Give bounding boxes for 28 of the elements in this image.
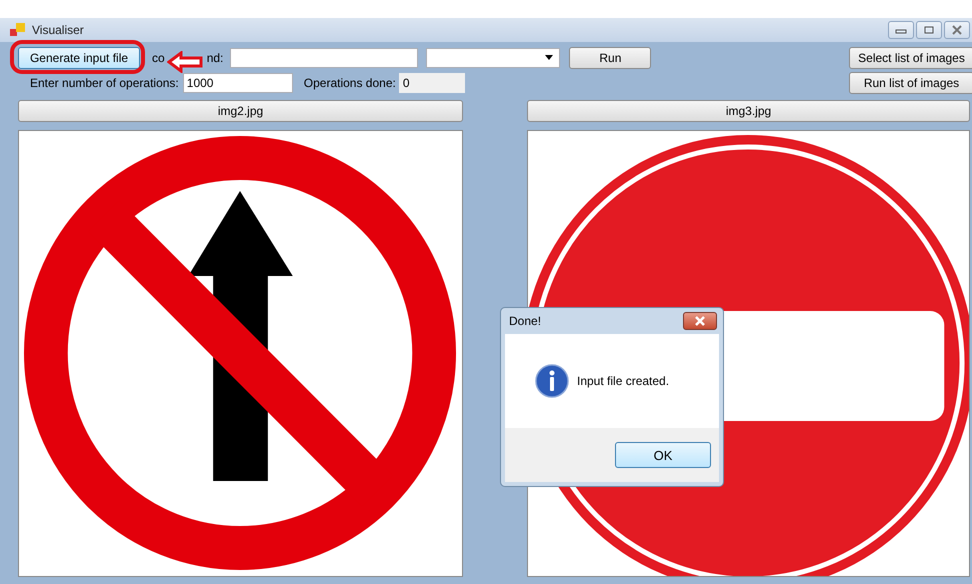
close-icon xyxy=(694,316,706,326)
arrow-icon xyxy=(167,51,203,73)
ok-button[interactable]: OK xyxy=(615,442,711,468)
operations-field[interactable]: 1000 xyxy=(182,73,293,93)
image-name-button[interactable]: img2.jpg xyxy=(18,100,463,122)
command-label: nd: xyxy=(206,50,224,64)
close-button[interactable] xyxy=(683,312,717,330)
dialog-title: Done! xyxy=(509,314,542,328)
window-title: Visualiser xyxy=(32,23,84,37)
app-icon xyxy=(10,23,26,37)
operations-label: Enter number of operations: xyxy=(30,76,179,90)
maximize-button[interactable] xyxy=(916,21,942,39)
minimize-button[interactable] xyxy=(888,21,914,39)
dialog-message: Input file created. xyxy=(577,374,670,388)
select-list-button[interactable]: Select list of images xyxy=(849,46,972,68)
image-name-button[interactable]: img3.jpg xyxy=(527,100,970,122)
operations-done-field[interactable]: 0 xyxy=(398,73,465,93)
caret-icon xyxy=(545,55,554,60)
command-label: co xyxy=(152,50,165,64)
run-list-button[interactable]: Run list of images xyxy=(849,72,972,94)
run-button[interactable]: Run xyxy=(569,46,652,68)
close-button[interactable] xyxy=(944,21,970,39)
operations-done-label: Operations done: xyxy=(304,76,396,90)
maximize-icon xyxy=(923,25,935,35)
command-field[interactable] xyxy=(230,48,418,68)
generate-input-file-button[interactable]: Generate input file xyxy=(18,46,140,68)
info-icon xyxy=(535,364,569,398)
close-icon xyxy=(951,25,963,35)
